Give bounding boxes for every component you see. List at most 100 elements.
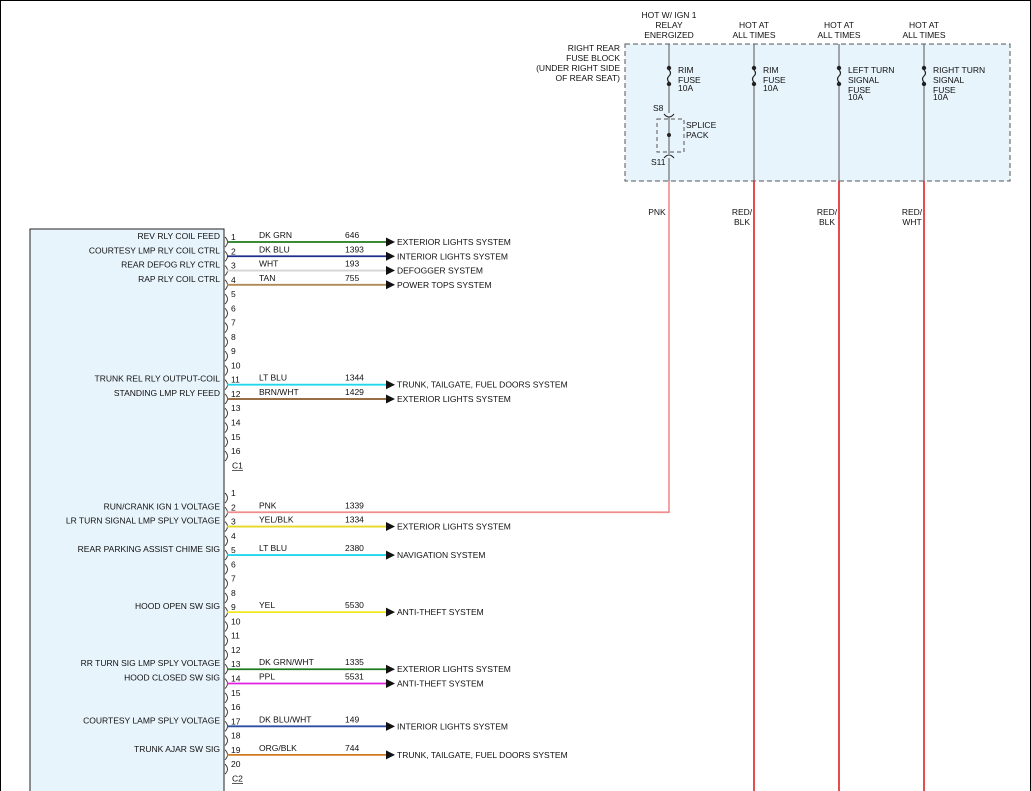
pin-number-c2-19: 19 xyxy=(231,745,241,755)
arrow-c1-2 xyxy=(386,251,395,261)
fuse-label-4-line-1: RIGHT TURN xyxy=(933,65,985,75)
header-label-4-line-1: HOT AT xyxy=(909,20,939,30)
connector-label-c1: C1 xyxy=(232,460,243,470)
pin-bracket-c1-10 xyxy=(224,365,228,376)
header-label-4: HOT AT ALL TIMES xyxy=(903,20,946,40)
header-label-1-line-3: ENERGIZED xyxy=(644,30,694,40)
pin-number-c1-4: 4 xyxy=(231,275,236,285)
fuse-label-4-line-4: 10A xyxy=(933,92,948,102)
pin-function-c1-12: STANDING LMP RLY FEED xyxy=(114,388,220,398)
pin-bracket-c2-4 xyxy=(224,535,228,547)
pin-bracket-c2-20 xyxy=(224,763,228,775)
wire-color-label-c1-3: WHT xyxy=(259,259,278,269)
pin-number-c1-10: 10 xyxy=(231,360,241,370)
wire-color-label-c2-5: LT BLU xyxy=(259,543,287,553)
pin-function-c1-1: REV RLY COIL FEED xyxy=(137,231,220,241)
header-label-2-line-1: HOT AT xyxy=(739,20,769,30)
fuse-label-1-line-3: 10A xyxy=(678,83,693,93)
fuse-label-2-line-1: RIM xyxy=(763,65,779,75)
pin-number-c2-12: 12 xyxy=(231,645,241,655)
header-label-1-line-2: RELAY xyxy=(655,20,683,30)
wiring-diagram-svg: HOT W/ IGN 1 RELAY ENERGIZED HOT AT ALL … xyxy=(0,0,1031,791)
destination-c2-14: ANTI-THEFT SYSTEM xyxy=(397,679,484,689)
circuit-number-c2-5: 2380 xyxy=(345,543,364,553)
pin-bracket-c1-5 xyxy=(224,293,228,305)
arrow-c2-17 xyxy=(386,721,395,731)
fuse-label-3-line-4: 10A xyxy=(848,92,863,102)
pin-function-c2-3: LR TURN SIGNAL LMP SPLY VOLTAGE xyxy=(66,516,220,526)
arrow-c2-5 xyxy=(386,550,395,560)
header-label-3: HOT AT ALL TIMES xyxy=(818,20,861,40)
circuit-number-c2-14: 5531 xyxy=(345,672,364,682)
vertical-wire-2-group: RED/ BLK xyxy=(732,181,755,791)
circuit-number-c1-4: 755 xyxy=(345,273,359,283)
fuse-block-label-line-3: (UNDER RIGHT SIDE xyxy=(536,63,620,73)
pin-function-c2-19: TRUNK AJAR SW SIG xyxy=(134,744,220,754)
arrow-c2-14 xyxy=(386,679,395,689)
splice-label-line-1: SPLICE xyxy=(686,120,717,130)
fuse-block-label-line-1: RIGHT REAR xyxy=(568,43,620,53)
pin-number-c2-11: 11 xyxy=(231,631,240,641)
pin-bracket-c1-15 xyxy=(224,436,228,448)
vertical-wire-3-group: RED/ BLK xyxy=(817,181,840,791)
pin-number-c2-6: 6 xyxy=(231,559,236,569)
pin-number-c2-18: 18 xyxy=(231,731,241,741)
pin-number-c1-11: 11 xyxy=(231,375,240,385)
wire-color-label-c2-19: ORG/BLK xyxy=(259,743,297,753)
arrow-c1-4 xyxy=(386,280,395,290)
wire-color-label-c1-1: DK GRN xyxy=(259,230,292,240)
pin-number-c2-20: 20 xyxy=(231,759,241,769)
vertical-wire-1-group: PNK xyxy=(648,181,670,513)
pin-number-c2-15: 15 xyxy=(231,688,241,698)
pin-bracket-c2-12 xyxy=(224,649,228,661)
pin-number-c2-14: 14 xyxy=(231,674,241,684)
circuit-number-c1-1: 646 xyxy=(345,230,359,240)
pin-bracket-c1-14 xyxy=(224,422,228,433)
pin-number-c2-3: 3 xyxy=(231,517,236,527)
destination-c2-13: EXTERIOR LIGHTS SYSTEM xyxy=(397,664,511,674)
pin-bracket-c2-15 xyxy=(224,692,228,704)
pin-number-c1-15: 15 xyxy=(231,432,241,442)
pin-number-c2-13: 13 xyxy=(231,659,241,669)
pin-function-c1-2: COURTESY LMP RLY COIL CTRL xyxy=(89,245,220,255)
fuse-block-label-line-4: OF REAR SEAT) xyxy=(555,73,620,83)
fuse-label-4-line-2: SIGNAL xyxy=(933,75,964,85)
arrow-c2-3 xyxy=(386,522,395,532)
arrow-c2-13 xyxy=(386,664,395,674)
wire-color-label-c2-13: DK GRN/WHT xyxy=(259,657,314,667)
header-label-3-line-2: ALL TIMES xyxy=(818,30,861,40)
circuit-number-c1-12: 1429 xyxy=(345,387,364,397)
circuit-number-c2-3: 1334 xyxy=(345,515,364,525)
pin-function-c2-5: REAR PARKING ASSIST CHIME SIG xyxy=(78,544,220,554)
circuit-number-c2-13: 1335 xyxy=(345,657,364,667)
pin-bracket-c1-7 xyxy=(224,322,228,333)
destination-c1-11: TRUNK, TAILGATE, FUEL DOORS SYSTEM xyxy=(397,380,568,390)
vertical-wire-2-label-line-1: RED/ xyxy=(732,207,753,217)
pin-bracket-c2-6 xyxy=(224,564,228,575)
pin-bracket-c1-16 xyxy=(224,450,228,462)
pin-number-c2-10: 10 xyxy=(231,616,241,626)
vertical-wire-4-group: RED/ WHT xyxy=(902,181,925,791)
fuse-label-3-line-2: SIGNAL xyxy=(848,75,879,85)
wire-color-label-c2-2: PNK xyxy=(259,500,277,510)
arrow-c1-11 xyxy=(386,380,395,390)
pin-number-c1-2: 2 xyxy=(231,246,236,256)
wire-color-label-c1-12: BRN/WHT xyxy=(259,387,299,397)
pin-number-c1-13: 13 xyxy=(231,403,241,413)
pin-bracket-c1-6 xyxy=(224,308,228,319)
arrow-c1-3 xyxy=(386,266,395,276)
vertical-wire-2-label-line-2: BLK xyxy=(734,217,750,227)
vertical-wire-3-label-line-1: RED/ xyxy=(817,207,838,217)
splice-dot xyxy=(667,133,671,137)
vertical-wire-4-label-line-1: RED/ xyxy=(902,207,923,217)
wiring-diagram: HOT W/ IGN 1 RELAY ENERGIZED HOT AT ALL … xyxy=(0,0,1031,791)
pin-bracket-c1-9 xyxy=(224,350,228,362)
wire-color-label-c1-2: DK BLU xyxy=(259,244,290,254)
fuse-block-label: RIGHT REAR FUSE BLOCK (UNDER RIGHT SIDE … xyxy=(536,43,620,83)
splice-label-line-2: PACK xyxy=(686,130,709,140)
pin-number-c2-5: 5 xyxy=(231,545,236,555)
pin-number-c1-14: 14 xyxy=(231,418,241,428)
header-label-2: HOT AT ALL TIMES xyxy=(733,20,776,40)
header-label-4-line-2: ALL TIMES xyxy=(903,30,946,40)
pin-number-c1-8: 8 xyxy=(231,332,236,342)
